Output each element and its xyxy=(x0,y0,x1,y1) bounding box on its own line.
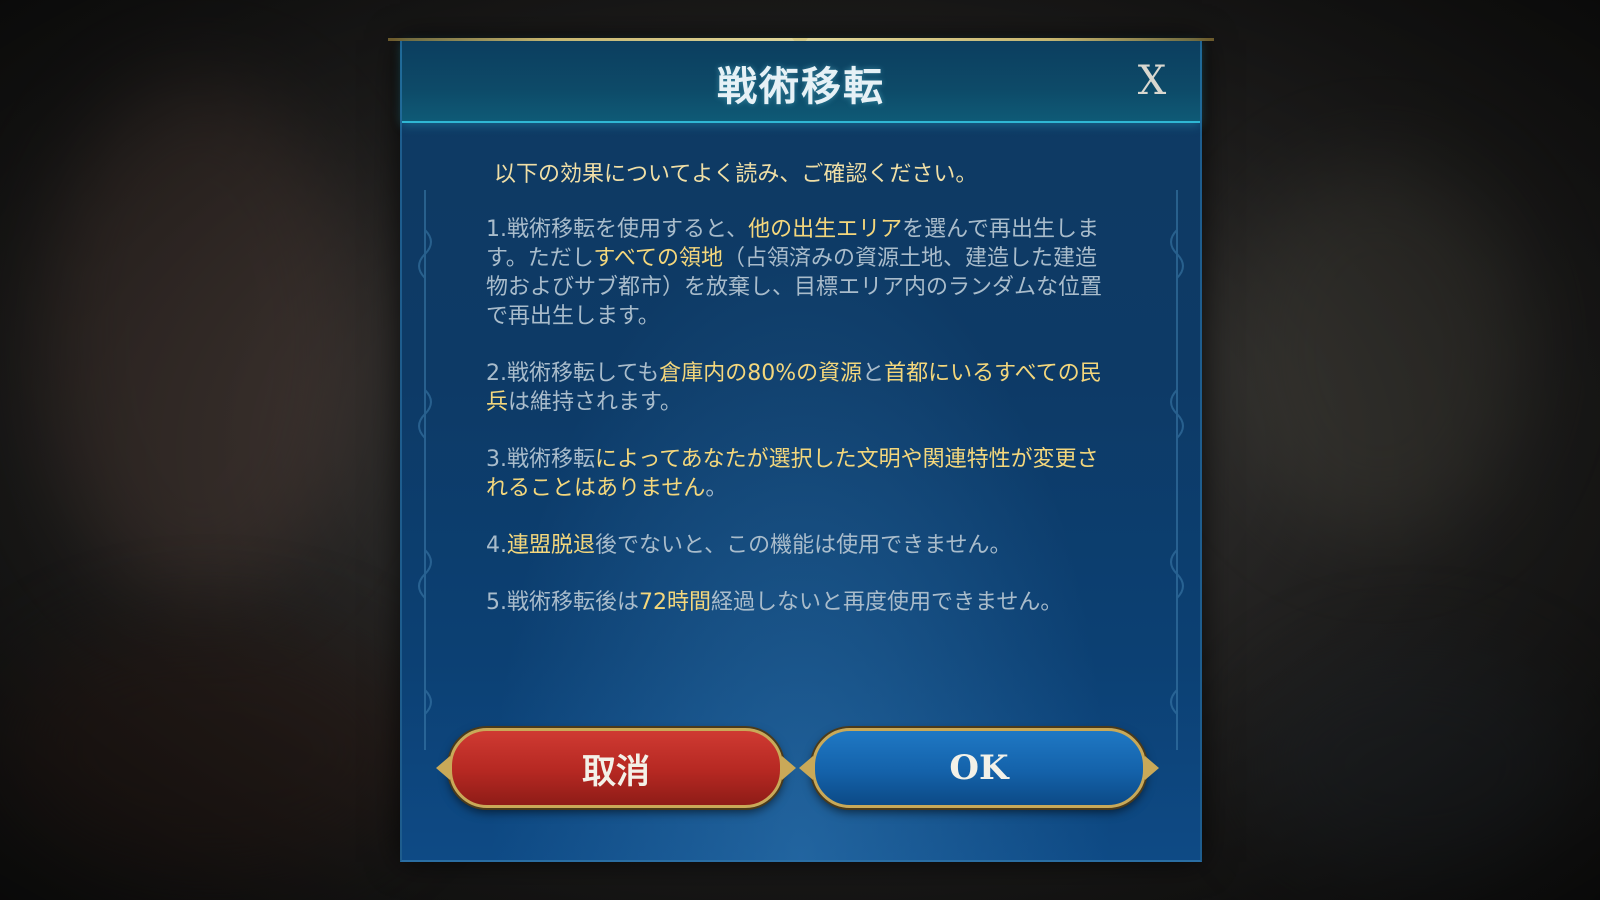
highlighted-text: 倉庫内の80%の資源 xyxy=(659,361,863,386)
ok-button[interactable]: OK xyxy=(799,728,1159,808)
button-arrow-right-icon xyxy=(1145,756,1159,780)
tactical-relocation-dialog: 戦術移転 X 以下の効果についてよく読み、ご確認ください。 1.戦術移転を使用す… xyxy=(388,38,1214,862)
left-ornament xyxy=(418,190,432,750)
effects-list: 1.戦術移転を使用すると、他の出生エリアを選んで再出生します。ただしすべての領地… xyxy=(486,215,1110,617)
button-arrow-left-icon xyxy=(436,756,450,780)
effect-item-3: 3.戦術移転によってあなたが選択した文明や関連特性が変更されることはありません。 xyxy=(486,445,1110,503)
button-arrow-right-icon xyxy=(782,756,796,780)
highlighted-text: すべての領地 xyxy=(593,246,723,271)
cancel-button[interactable]: 取消 xyxy=(436,728,796,808)
effect-text: 後でないと、この機能は使用できません。 xyxy=(595,533,1012,558)
effect-text: 。 xyxy=(705,476,728,501)
effect-text: 1.戦術移転を使用すると、 xyxy=(486,217,749,242)
dialog-title: 戦術移転 xyxy=(717,63,885,110)
effect-text: 4. xyxy=(486,533,507,558)
cancel-button-label: 取消 xyxy=(582,751,650,792)
dialog-header: 戦術移転 X xyxy=(402,41,1200,123)
effect-text: 5.戦術移転後は xyxy=(486,590,639,615)
effect-item-2: 2.戦術移転しても倉庫内の80%の資源と首都にいるすべての民兵は維持されます。 xyxy=(486,359,1110,417)
effect-text: と xyxy=(862,361,885,386)
highlighted-text: 他の出生エリア xyxy=(748,217,903,242)
highlighted-text: 連盟脱退 xyxy=(507,533,596,558)
effect-item-4: 4.連盟脱退後でないと、この機能は使用できません。 xyxy=(486,531,1110,560)
effect-text: は維持されます。 xyxy=(508,390,682,415)
effect-text: 2.戦術移転しても xyxy=(486,361,660,386)
intro-text: 以下の効果についてよく読み、ご確認ください。 xyxy=(494,162,978,187)
effect-item-5: 5.戦術移転後は72時間経過しないと再度使用できません。 xyxy=(486,588,1110,617)
button-arrow-left-icon xyxy=(799,756,813,780)
highlighted-text: 72時間 xyxy=(639,590,711,615)
ok-button-label: OK xyxy=(949,748,1009,788)
right-ornament xyxy=(1170,190,1184,750)
dialog-content: 以下の効果についてよく読み、ご確認ください。 1.戦術移転を使用すると、他の出生… xyxy=(486,160,1110,645)
effect-text: 経過しないと再度使用できません。 xyxy=(711,590,1063,615)
effect-text: 3.戦術移転 xyxy=(486,447,595,472)
close-icon[interactable]: X xyxy=(1132,59,1172,103)
effect-item-1: 1.戦術移転を使用すると、他の出生エリアを選んで再出生します。ただしすべての領地… xyxy=(486,215,1110,331)
